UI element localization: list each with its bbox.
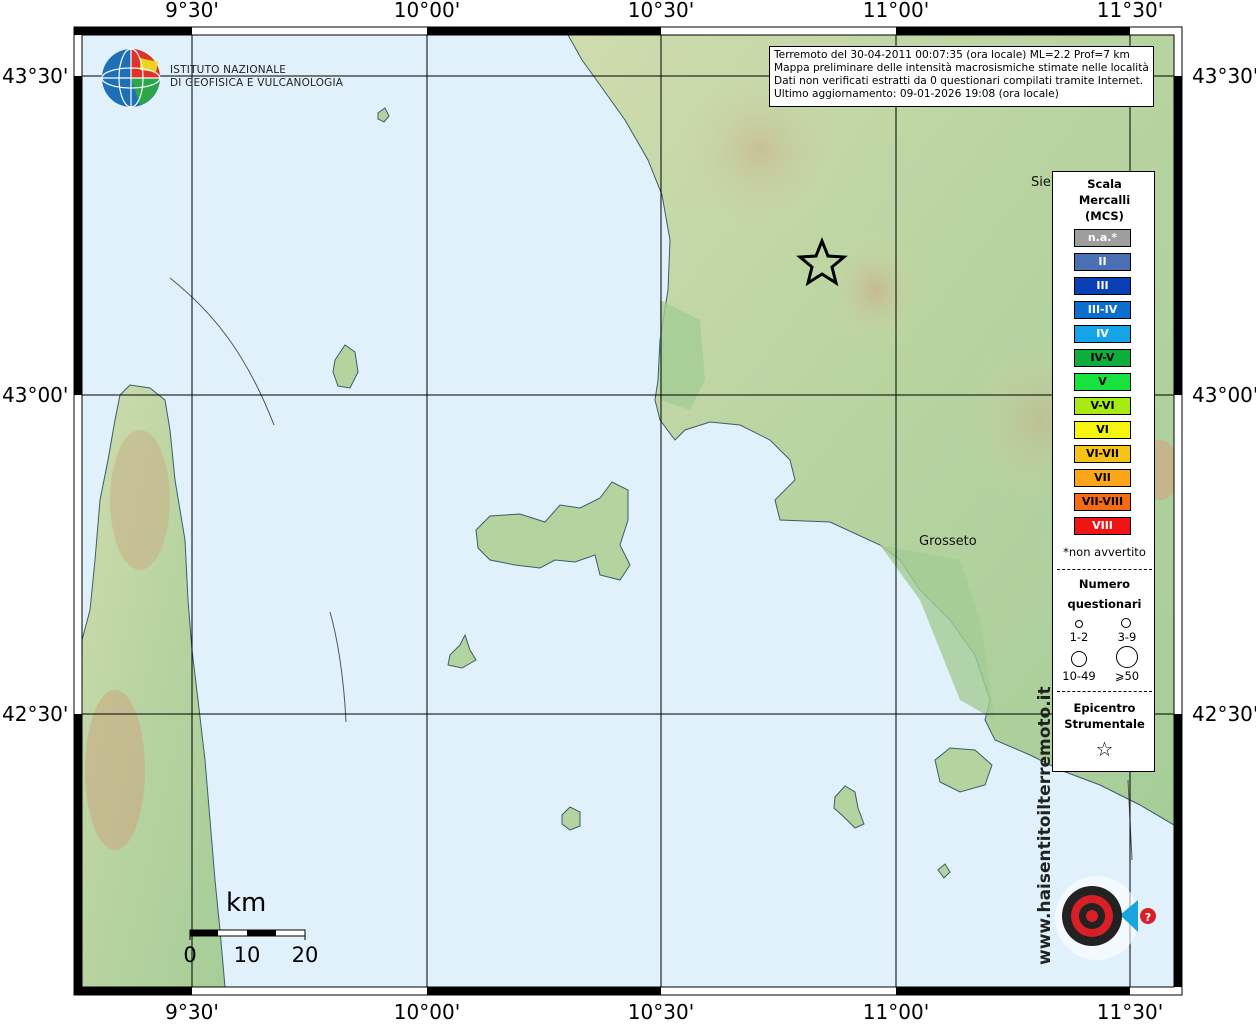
svg-text:?: ? [1145, 911, 1151, 924]
mcs-scale-item: V-VI [1074, 397, 1131, 415]
ingv-line2: DI GEOFISICA E VULCANOLOGIA [170, 77, 344, 89]
mcs-scale-item: n.a.* [1074, 229, 1131, 247]
latitude-label: 43°00' [2, 383, 69, 407]
scale-tick-label: 20 [291, 943, 319, 967]
longitude-label: 10°00' [393, 0, 461, 22]
longitude-label: 10°00' [393, 1000, 461, 1024]
longitude-label: 9°30' [165, 1000, 219, 1024]
mcs-scale-item: VIII [1074, 517, 1131, 535]
scale-tick-label: 10 [233, 943, 261, 967]
legend-divider [1057, 569, 1152, 570]
epicenter-title-line: Strumentale [1064, 717, 1145, 731]
longitude-label: 9°30' [165, 0, 219, 22]
epicenter-title-line: Epicentro [1073, 701, 1136, 715]
last-update: Ultimo aggiornamento: 09-01-2026 19:08 (… [774, 88, 1059, 100]
latitude-label: 42°30' [1192, 702, 1256, 726]
event-info-box: Terremoto del 30-04-2011 00:07:35 (ora l… [769, 46, 1154, 107]
mcs-scale-item: VI [1074, 421, 1131, 439]
epicenter-star-icon: ☆ [1095, 737, 1114, 761]
mcs-scale-item: V [1074, 373, 1131, 391]
mcs-scale-item: III-IV [1074, 301, 1131, 319]
longitude-label: 11°30' [1096, 1000, 1164, 1024]
relief-corsica [110, 430, 170, 570]
place-label-siena: Sie [1031, 175, 1051, 190]
size-label: ⩾50 [1114, 669, 1140, 683]
size-circle-xlarge [1116, 646, 1138, 668]
longitude-label: 11°00' [862, 0, 930, 22]
mcs-scale-item: VII [1074, 469, 1131, 487]
scale-unit: km [226, 888, 267, 918]
longitude-label: 10°30' [627, 0, 695, 22]
legend-title: (MCS) [1085, 209, 1124, 223]
questionnaire-title: Numero questionari [1053, 574, 1156, 614]
questionnaire-title-line: Numero [1078, 577, 1131, 591]
mcs-scale-item: III [1074, 277, 1131, 295]
size-circle-medium [1121, 618, 1131, 628]
legend-divider [1057, 691, 1152, 692]
longitude-label: 10°30' [627, 1000, 695, 1024]
scale-tick-label: 0 [183, 943, 197, 967]
latitude-label: 43°30' [2, 64, 69, 88]
mcs-scale-item: VI-VII [1074, 445, 1131, 463]
legend-note: *non avvertito [1063, 545, 1146, 559]
legend-title: Mercalli [1078, 193, 1131, 207]
mcs-scale-item: II [1074, 253, 1131, 271]
longitude-label: 11°00' [862, 1000, 930, 1024]
mcs-scale-item: IV [1074, 325, 1131, 343]
relief [825, 230, 925, 350]
latitude-label: 43°00' [1192, 383, 1256, 407]
size-label: 3-9 [1117, 630, 1137, 644]
legend-panel: Scala Mercalli (MCS) n.a.* II III III-IV IV I… [1052, 171, 1155, 772]
latitude-label: 43°30' [1192, 64, 1256, 88]
epicenter-title: Epicentro Strumentale [1053, 700, 1156, 732]
size-circle-small [1075, 620, 1083, 628]
mcs-scale-item: VII-VIII [1074, 493, 1131, 511]
legend-title: Scala [1087, 177, 1122, 191]
latitude-label: 42°30' [2, 702, 69, 726]
ingv-logo-text: ISTITUTO NAZIONALE DI GEOFISICA E VULCAN… [170, 64, 343, 90]
size-label: 10-49 [1062, 669, 1096, 683]
ingv-line1: ISTITUTO NAZIONALE [170, 64, 287, 76]
place-label-grosseto: Grosseto [919, 534, 977, 549]
longitude-label: 11°30' [1096, 0, 1164, 22]
questionnaire-title-line: questionari [1067, 597, 1142, 611]
ingv-logo-globe [101, 48, 161, 108]
mcs-scale-item: IV-V [1074, 349, 1131, 367]
size-label: 1-2 [1069, 630, 1089, 644]
size-circle-large [1071, 651, 1087, 667]
